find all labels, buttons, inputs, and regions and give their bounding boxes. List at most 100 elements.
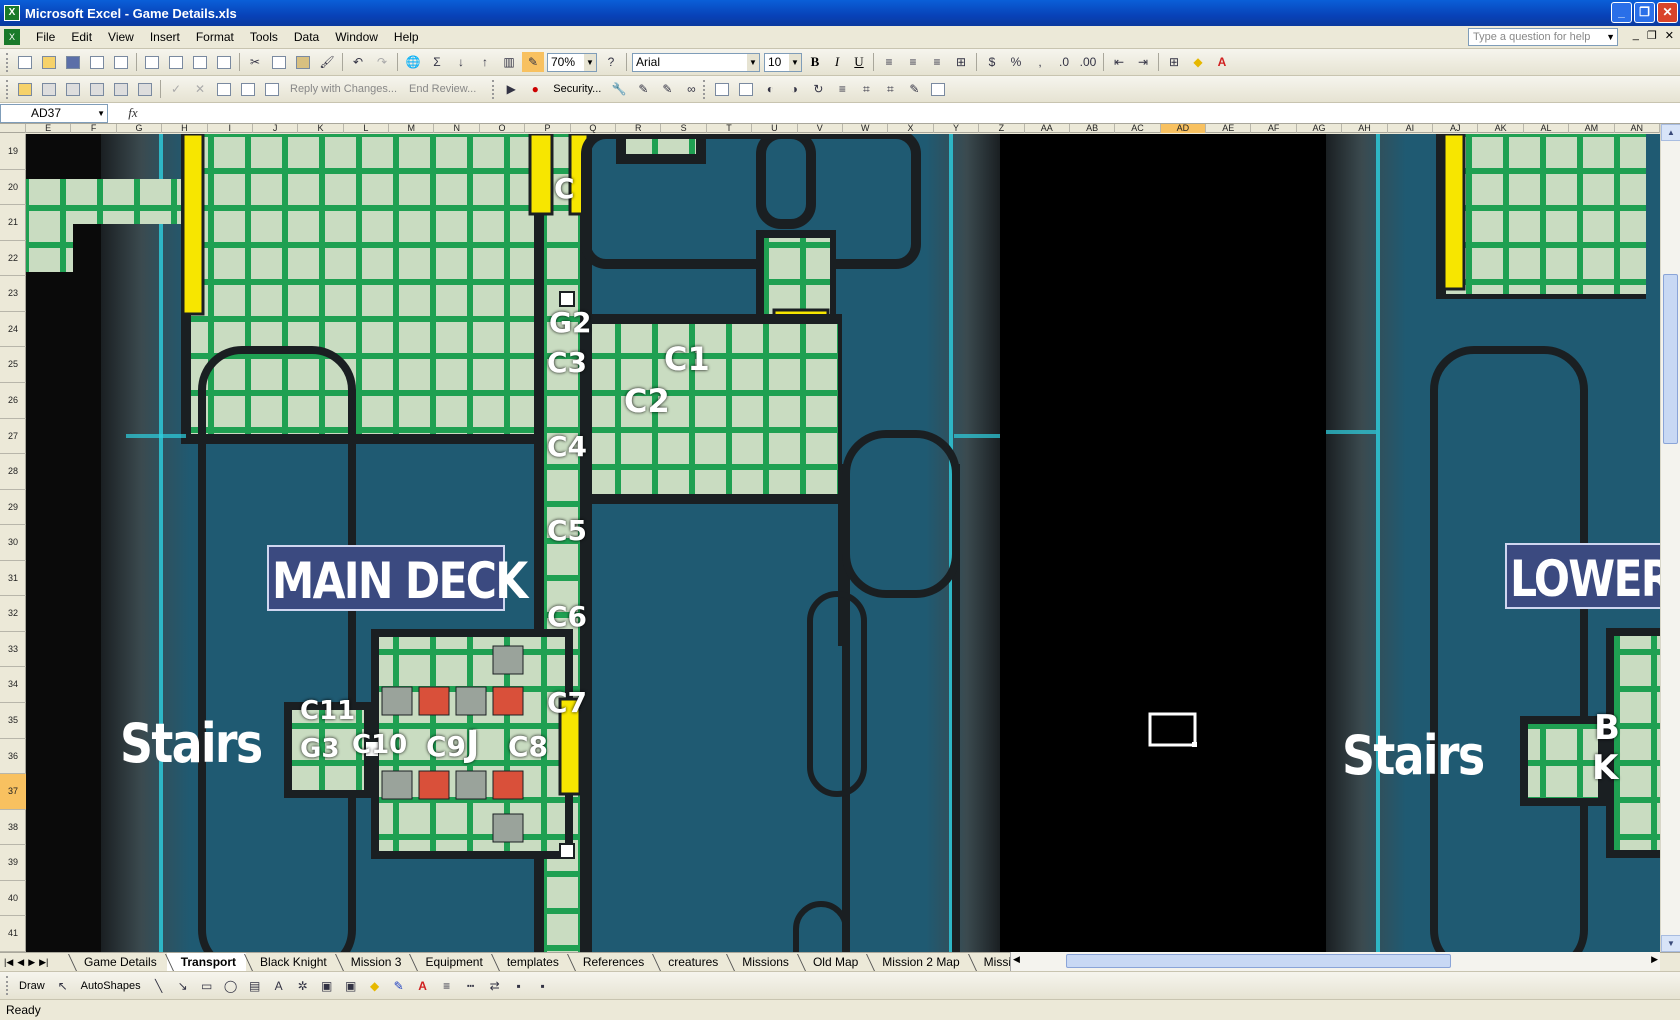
comment-icon[interactable]: [38, 79, 60, 99]
column-header-x[interactable]: X: [888, 124, 934, 133]
underline-button[interactable]: U: [848, 52, 870, 72]
format-picture-icon[interactable]: ⌗: [879, 79, 901, 99]
transparent-icon[interactable]: ✎: [903, 79, 925, 99]
sheet-tab[interactable]: Old Map: [799, 953, 868, 971]
horizontal-scroll-thumb[interactable]: [1066, 954, 1451, 968]
column-header-ag[interactable]: AG: [1297, 124, 1343, 133]
fx-icon[interactable]: fx: [108, 105, 158, 121]
row-header-21[interactable]: 21: [0, 205, 26, 241]
row-header-28[interactable]: 28: [0, 454, 26, 490]
draw-menu-button[interactable]: Draw: [13, 980, 51, 992]
column-header-n[interactable]: N: [435, 124, 480, 133]
worksheet-grid[interactable]: MAIN DECK LOWER DE Stairs Stairs C G2 C3…: [26, 134, 1660, 952]
row-header-20[interactable]: 20: [0, 170, 26, 206]
clipart-icon[interactable]: ▣: [316, 976, 338, 996]
drawing-icon[interactable]: ✎: [522, 52, 544, 72]
cut-icon[interactable]: ✂: [244, 52, 266, 72]
menu-insert[interactable]: Insert: [142, 30, 188, 44]
font-size-select[interactable]: 10 ▼: [764, 52, 802, 72]
menu-data[interactable]: Data: [286, 30, 327, 44]
row-header-40[interactable]: 40: [0, 881, 26, 917]
security-button[interactable]: Security...: [547, 83, 607, 95]
save-icon[interactable]: [62, 52, 84, 72]
percent-icon[interactable]: %: [1005, 52, 1027, 72]
fill-color-icon[interactable]: ◆: [364, 976, 386, 996]
next-sheet-icon[interactable]: ▶: [28, 957, 35, 968]
column-header-w[interactable]: W: [843, 124, 889, 133]
increase-decimal-icon[interactable]: .0: [1053, 52, 1075, 72]
menu-view[interactable]: View: [100, 30, 142, 44]
comment-icon[interactable]: [86, 79, 108, 99]
chevron-down-icon[interactable]: ▼: [97, 105, 105, 122]
row-header-29[interactable]: 29: [0, 490, 26, 526]
document-icon[interactable]: X: [4, 29, 20, 45]
row-header-26[interactable]: 26: [0, 383, 26, 419]
vertical-scroll-thumb[interactable]: [1663, 274, 1678, 444]
diagram-icon[interactable]: ✲: [292, 976, 314, 996]
line-icon[interactable]: ╲: [148, 976, 170, 996]
bold-button[interactable]: B: [804, 52, 826, 72]
fill-color-icon[interactable]: ◆: [1187, 52, 1209, 72]
wordart-icon[interactable]: A: [268, 976, 290, 996]
format-painter-icon[interactable]: 🖌: [316, 52, 338, 72]
row-header-34[interactable]: 34: [0, 667, 26, 704]
open-icon[interactable]: [38, 52, 60, 72]
column-header-v[interactable]: V: [798, 124, 843, 133]
formula-input[interactable]: [158, 104, 1680, 123]
select-all-button[interactable]: [0, 124, 26, 133]
column-header-q[interactable]: Q: [571, 124, 617, 133]
new-icon[interactable]: [14, 52, 36, 72]
font-color-icon[interactable]: A: [1211, 52, 1233, 72]
column-header-k[interactable]: K: [298, 124, 344, 133]
decrease-indent-icon[interactable]: ⇤: [1108, 52, 1130, 72]
comma-icon[interactable]: ,: [1029, 52, 1051, 72]
last-sheet-icon[interactable]: ▶|: [39, 957, 48, 968]
zoom-select[interactable]: 70% ▼: [547, 52, 597, 72]
undo-icon[interactable]: ↶: [347, 52, 369, 72]
menu-tools[interactable]: Tools: [242, 30, 286, 44]
chevron-down-icon[interactable]: ▼: [747, 53, 759, 71]
sheet-tab[interactable]: templates: [493, 953, 569, 971]
line-style-icon[interactable]: ≡: [831, 79, 853, 99]
column-header-f[interactable]: F: [71, 124, 117, 133]
print-preview-icon[interactable]: [165, 52, 187, 72]
borders-icon[interactable]: ⊞: [1163, 52, 1185, 72]
tools-icon[interactable]: 🔧: [608, 79, 630, 99]
row-header-27[interactable]: 27: [0, 419, 26, 455]
increase-indent-icon[interactable]: ⇥: [1132, 52, 1154, 72]
sheet-tab[interactable]: Equipment: [411, 953, 492, 971]
excel-app-icon[interactable]: X: [4, 5, 20, 21]
sort-asc-icon[interactable]: ↓: [450, 52, 472, 72]
scroll-right-icon[interactable]: ▶: [1651, 954, 1658, 965]
column-header-g[interactable]: G: [117, 124, 163, 133]
column-header-o[interactable]: O: [480, 124, 526, 133]
column-header-r[interactable]: R: [616, 124, 662, 133]
column-header-al[interactable]: AL: [1524, 124, 1570, 133]
spelling-icon[interactable]: [189, 52, 211, 72]
toolbar-grip[interactable]: [6, 52, 9, 72]
row-header-32[interactable]: 32: [0, 596, 26, 632]
column-header-ab[interactable]: AB: [1070, 124, 1116, 133]
toolbar-grip[interactable]: [492, 79, 495, 99]
align-right-icon[interactable]: ≡: [926, 52, 948, 72]
sheet-tab[interactable]: Transport: [166, 953, 247, 971]
toolbar-grip[interactable]: [6, 79, 9, 99]
link-icon[interactable]: ∞: [680, 79, 702, 99]
sheet-tab[interactable]: Game Details: [70, 953, 167, 971]
show-icon[interactable]: [237, 79, 259, 99]
chart-wizard-icon[interactable]: ▥: [498, 52, 520, 72]
ink-icon[interactable]: [261, 79, 283, 99]
arrow-icon[interactable]: ↘: [172, 976, 194, 996]
column-header-ah[interactable]: AH: [1342, 124, 1388, 133]
merge-center-icon[interactable]: ⊞: [950, 52, 972, 72]
row-header-31[interactable]: 31: [0, 561, 26, 597]
row-header-30[interactable]: 30: [0, 525, 26, 561]
column-header-y[interactable]: Y: [934, 124, 980, 133]
currency-icon[interactable]: $: [981, 52, 1003, 72]
paste-icon[interactable]: [292, 52, 314, 72]
row-header-23[interactable]: 23: [0, 276, 26, 312]
sheet-tab[interactable]: Missions: [728, 953, 799, 971]
comment-icon[interactable]: [110, 79, 132, 99]
column-header-ae[interactable]: AE: [1206, 124, 1252, 133]
align-center-icon[interactable]: ≡: [902, 52, 924, 72]
